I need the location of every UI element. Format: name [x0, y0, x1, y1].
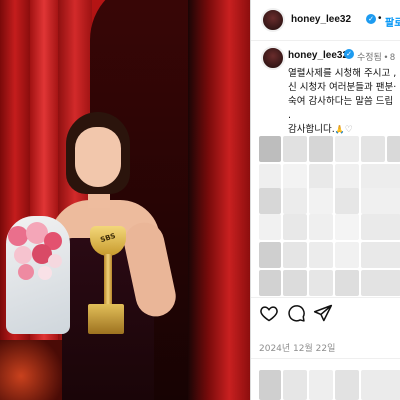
caption-line-last: 감사합니다.🙏♡	[288, 123, 400, 137]
caption-line: 신 시청자 여러분들과 팬분·	[288, 82, 397, 93]
blurred-comment	[259, 270, 400, 296]
separator-dot: •	[378, 13, 382, 24]
flower-bouquet	[0, 198, 74, 338]
edited-label: 수정됨 • 8	[357, 52, 395, 62]
flower	[38, 266, 52, 280]
verified-badge-icon: ✓	[366, 14, 376, 24]
blurred-comment	[259, 136, 400, 162]
blurred-comment	[259, 188, 400, 214]
post-photo[interactable]: SBS	[0, 0, 250, 400]
caption-line: 열렬사제를 시청해 주시고 ,	[288, 68, 397, 79]
blurred-comment-input	[259, 366, 400, 400]
blurred-comment	[259, 164, 400, 190]
face	[75, 127, 121, 187]
post-side-panel: honey_lee32 ✓ • 팔로우 honey_lee32 ✓ 수정됨 • …	[250, 0, 400, 400]
blurred-comment	[259, 242, 400, 268]
caption-line: .	[288, 110, 292, 121]
post-caption: 열렬사제를 시청해 주시고 , 신 시청자 여러분들과 팬분· 숙여 감사하다는…	[288, 67, 400, 137]
small-heart-icon: ♡	[344, 125, 353, 135]
action-bar	[251, 303, 400, 323]
trophy-stem	[104, 254, 112, 304]
comment-icon[interactable]	[286, 303, 306, 323]
flower	[8, 226, 28, 246]
share-icon[interactable]	[313, 303, 333, 323]
pray-emoji-icon: 🙏	[334, 125, 345, 134]
flower	[14, 246, 32, 264]
post-date: 2024년 12월 22일	[259, 344, 336, 354]
blurred-comment	[259, 214, 400, 240]
flower	[18, 264, 34, 280]
caption-text: 감사합니다.	[288, 124, 335, 135]
flower	[48, 254, 62, 268]
divider	[251, 297, 400, 298]
follow-button[interactable]: 팔로우	[385, 14, 400, 29]
trophy-base	[88, 304, 124, 334]
verified-badge-icon: ✓	[344, 49, 354, 59]
post-header: honey_lee32 ✓ • 팔로우	[251, 0, 400, 41]
caption-avatar[interactable]	[261, 46, 285, 70]
heart-icon[interactable]	[259, 303, 279, 323]
trophy: SBS	[82, 226, 132, 338]
avatar[interactable]	[261, 8, 285, 32]
caption-line: 숙여 감사하다는 말씀 드립	[288, 96, 394, 107]
woman-figure: SBS	[0, 0, 250, 400]
caption-username[interactable]: honey_lee32	[288, 50, 348, 61]
divider	[251, 358, 400, 359]
header-username[interactable]: honey_lee32	[291, 14, 351, 25]
